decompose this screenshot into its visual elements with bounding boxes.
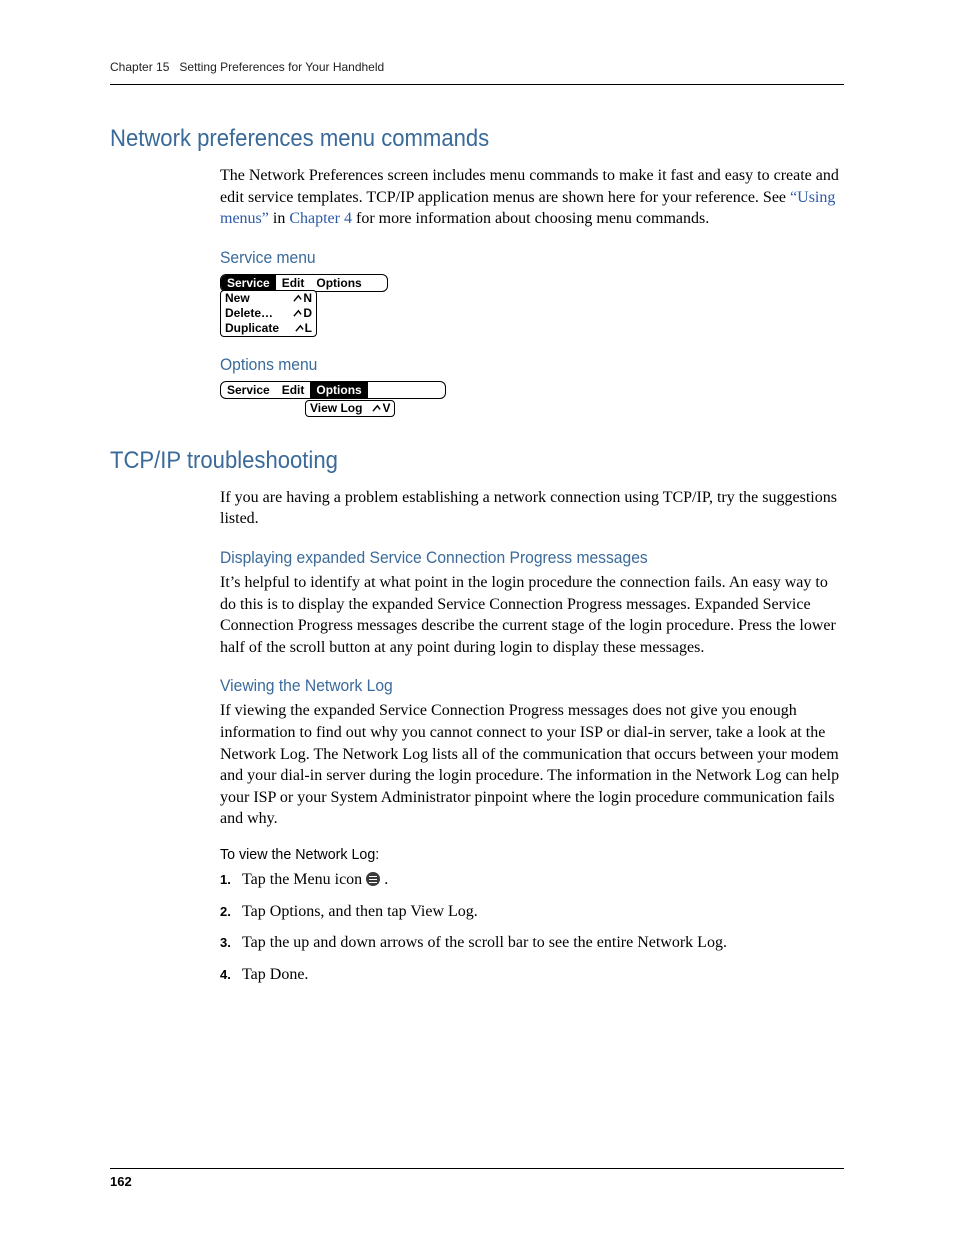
para-viewing-network-log: If viewing the expanded Service Connecti… [220, 700, 844, 830]
step-2: 2. Tap Options, and then tap View Log. [220, 901, 844, 923]
menu-tab-service: Service [221, 275, 276, 291]
subheading-options-menu: Options menu [220, 355, 794, 375]
menu-item-viewlog: View Log V [306, 401, 394, 416]
subheading-viewing-network-log: Viewing the Network Log [220, 676, 794, 696]
command-stroke-icon [293, 294, 302, 303]
menu-tab-options: Options [310, 275, 387, 291]
section2-intro: If you are having a problem establishing… [220, 487, 844, 530]
step-4: 4. Tap Done. [220, 964, 844, 986]
menu-dropdown-service: New N Delete… D Duplicate L [220, 290, 317, 337]
footer-rule [110, 1168, 844, 1169]
section1-body: The Network Preferences screen includes … [220, 165, 844, 417]
menu-tab-service: Service [221, 382, 276, 398]
menu-item-new: New N [221, 291, 316, 306]
chapter-number: Chapter 15 [110, 60, 169, 74]
command-stroke-icon [372, 404, 381, 413]
menu-item-delete: Delete… D [221, 306, 316, 321]
menu-bar-options: Service Edit Options [220, 381, 446, 399]
para-expanded-progress: It’s helpful to identify at what point i… [220, 572, 844, 658]
command-stroke-icon [293, 309, 302, 318]
step-1: 1. Tap the Menu icon . [220, 869, 844, 891]
subheading-service-menu: Service menu [220, 248, 794, 268]
xref-chapter4[interactable]: Chapter 4 [289, 210, 352, 227]
section2-body: If you are having a problem establishing… [220, 487, 844, 986]
howto-title: To view the Network Log: [220, 846, 813, 863]
figure-options-menu: Service Edit Options View Log V [220, 381, 844, 417]
steps-list: 1. Tap the Menu icon . 2. Tap Options, a… [220, 869, 844, 985]
menu-tab-options: Options [310, 382, 367, 398]
running-head: Chapter 15 Setting Preferences for Your … [110, 60, 844, 85]
menu-icon [366, 872, 380, 886]
menu-tab-edit: Edit [276, 382, 311, 398]
step-3: 3. Tap the up and down arrows of the scr… [220, 932, 844, 954]
document-page: Chapter 15 Setting Preferences for Your … [0, 0, 954, 1235]
menu-item-duplicate: Duplicate L [221, 321, 316, 336]
menu-tab-edit: Edit [276, 275, 311, 291]
section-heading-network-prefs: Network preferences menu commands [110, 125, 785, 153]
subheading-expanded-progress: Displaying expanded Service Connection P… [220, 548, 794, 568]
chapter-title: Setting Preferences for Your Handheld [179, 60, 384, 74]
menu-dropdown-options: View Log V [305, 400, 395, 417]
command-stroke-icon [295, 324, 304, 333]
figure-service-menu: Service Edit Options New N Delete… D Dup… [220, 274, 844, 337]
page-number: 162 [110, 1174, 132, 1189]
section-heading-tcpip: TCP/IP troubleshooting [110, 447, 785, 475]
section1-paragraph: The Network Preferences screen includes … [220, 165, 844, 230]
